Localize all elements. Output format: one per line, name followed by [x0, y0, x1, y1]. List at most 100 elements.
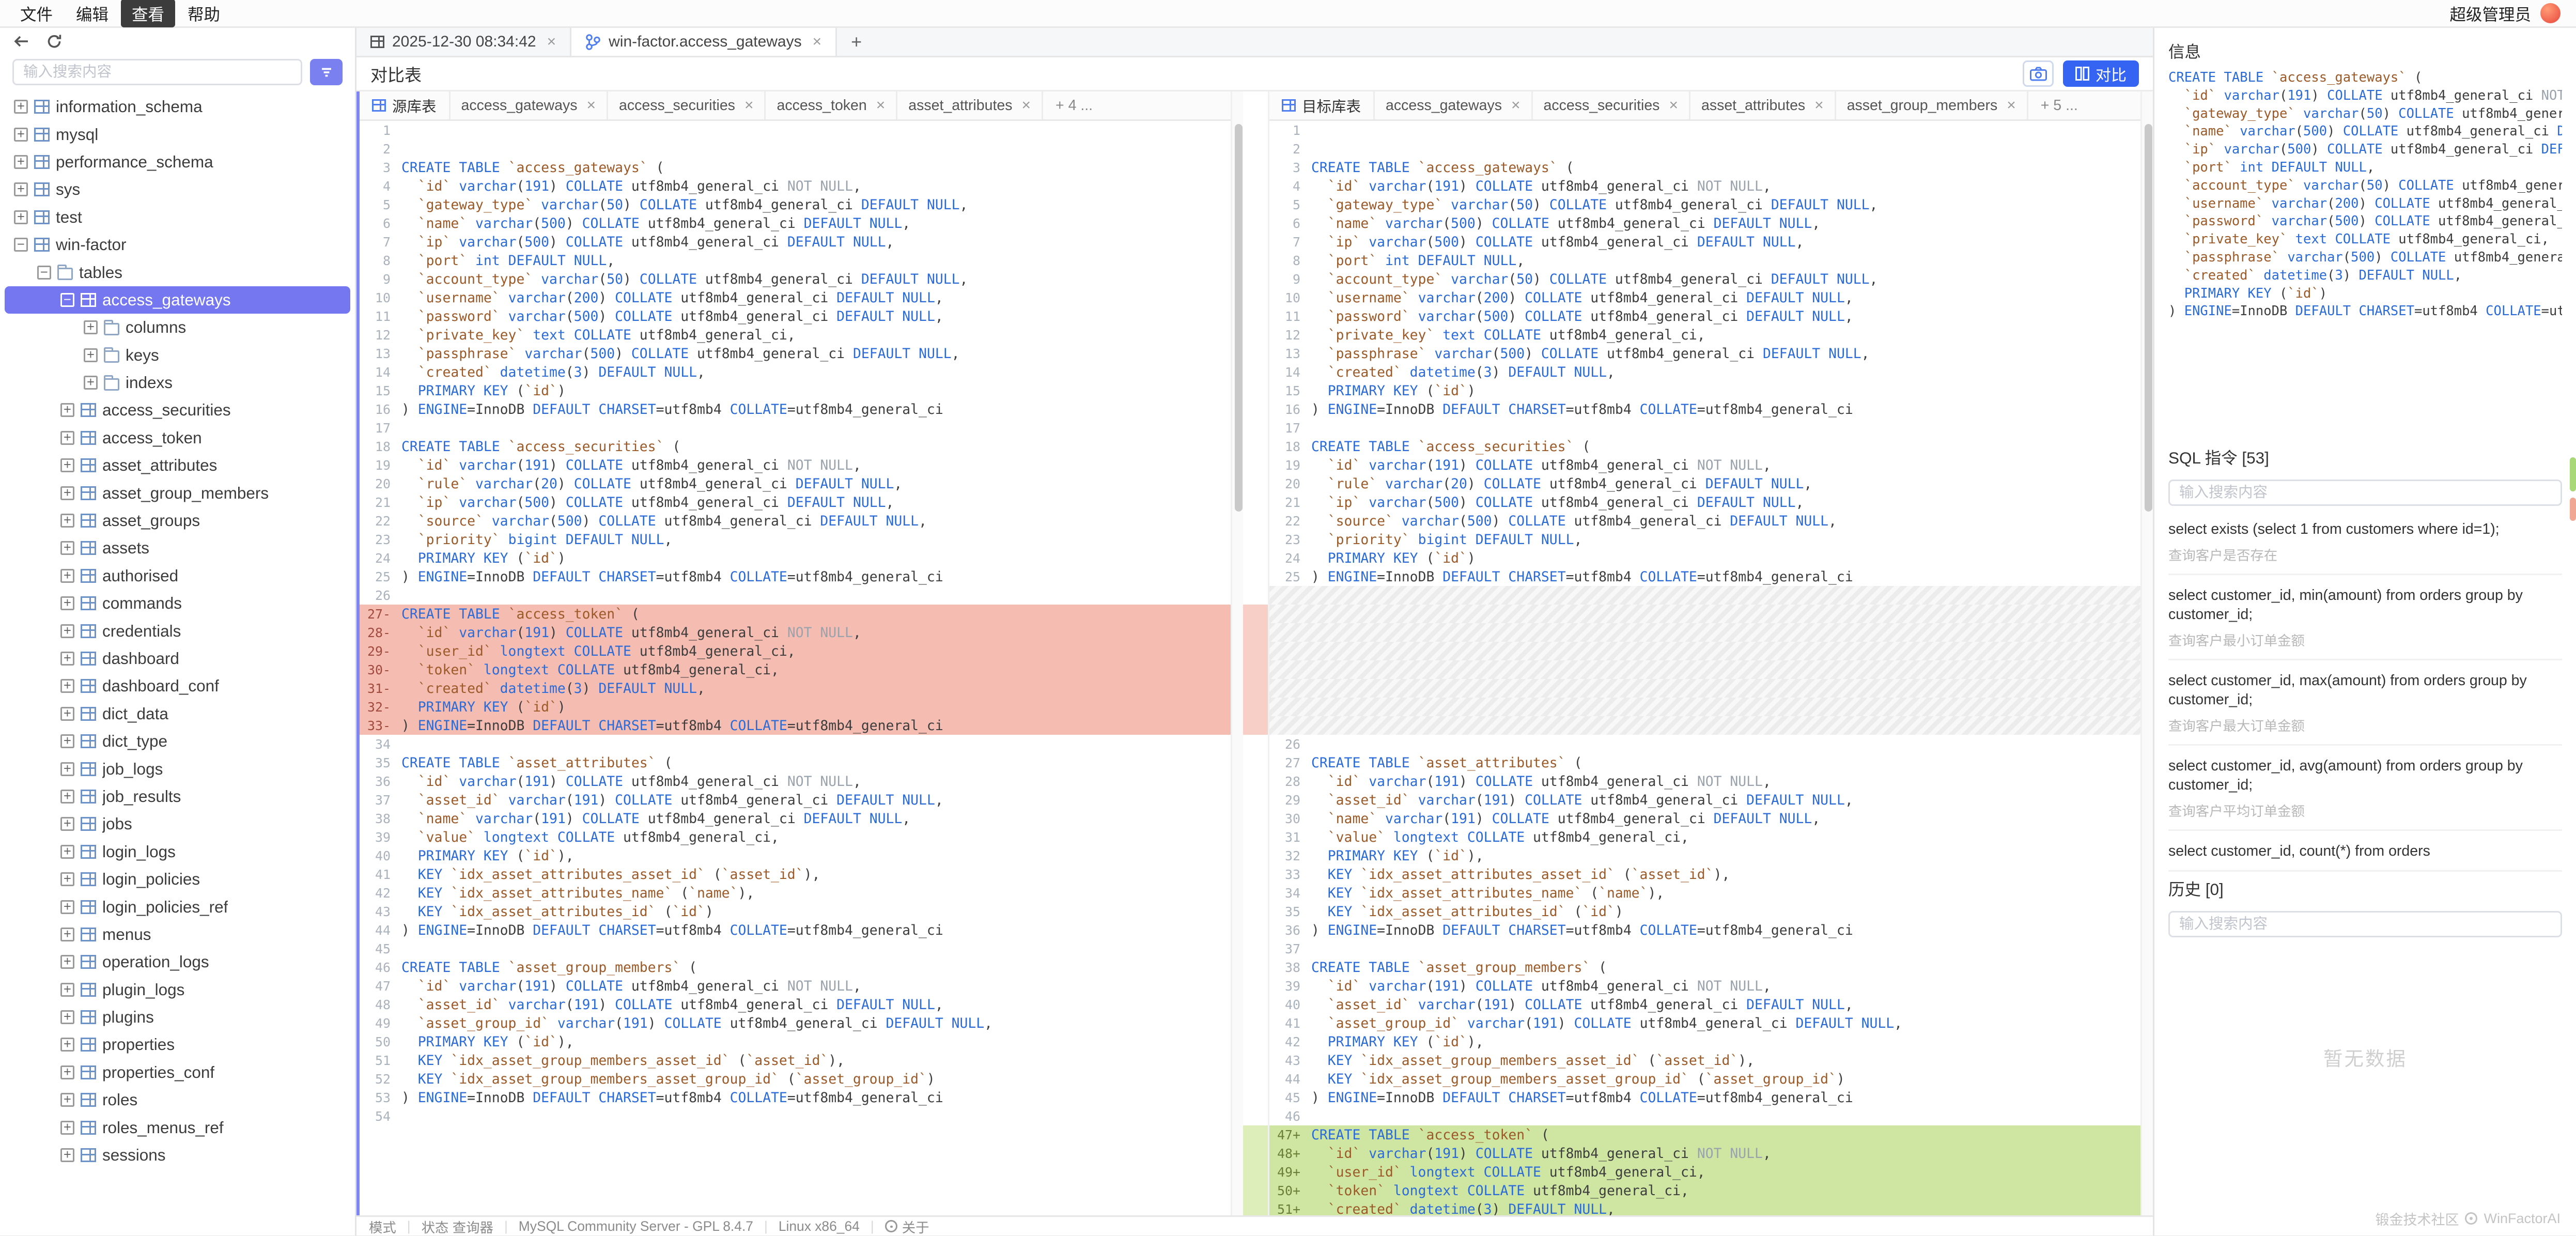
- tree-item-asset_groups[interactable]: +asset_groups: [5, 507, 350, 534]
- compare-button[interactable]: 对比: [2063, 60, 2139, 87]
- tree-item-properties_conf[interactable]: +properties_conf: [5, 1059, 350, 1086]
- source-tab-access_gateways[interactable]: access_gateways×: [449, 91, 607, 119]
- tree-item-access_token[interactable]: +access_token: [5, 424, 350, 452]
- expander-icon[interactable]: +: [60, 486, 74, 500]
- close-icon[interactable]: ×: [813, 33, 822, 51]
- tree-item-login_logs[interactable]: +login_logs: [5, 838, 350, 866]
- scrollbar-thumb[interactable]: [2145, 124, 2152, 512]
- tree-item-jobs[interactable]: +jobs: [5, 810, 350, 838]
- expander-icon[interactable]: +: [14, 128, 28, 142]
- tree-item-login_policies_ref[interactable]: +login_policies_ref: [5, 893, 350, 920]
- expander-icon[interactable]: +: [60, 955, 74, 969]
- about-button[interactable]: 关于: [885, 1216, 929, 1236]
- expander-icon[interactable]: +: [60, 707, 74, 721]
- tree-item-authorised[interactable]: +authorised: [5, 562, 350, 590]
- expander-icon[interactable]: +: [60, 1148, 74, 1162]
- target-code[interactable]: 123CREATE TABLE `access_gateways` (4 `id…: [1269, 121, 2140, 1215]
- menu-item-文件[interactable]: 文件: [9, 0, 64, 27]
- target-editor-scrollbar[interactable]: [2140, 91, 2153, 1215]
- source-tab-access_securities[interactable]: access_securities×: [607, 91, 764, 119]
- sidebar-search-input[interactable]: [12, 59, 302, 85]
- tree-item-dict_type[interactable]: +dict_type: [5, 728, 350, 755]
- tree-item-columns[interactable]: +columns: [5, 314, 350, 341]
- tree-item-operation_logs[interactable]: +operation_logs: [5, 948, 350, 976]
- source-tab-access_token[interactable]: access_token×: [764, 91, 896, 119]
- menu-item-帮助[interactable]: 帮助: [177, 0, 231, 27]
- target-tab-access_securities[interactable]: access_securities×: [1531, 91, 1689, 119]
- tree-item-test[interactable]: +test: [5, 204, 350, 231]
- close-icon[interactable]: ×: [744, 97, 754, 114]
- refresh-icon[interactable]: [46, 34, 62, 49]
- tree-item-asset_group_members[interactable]: +asset_group_members: [5, 479, 350, 506]
- tree-item-asset_attributes[interactable]: +asset_attributes: [5, 452, 350, 479]
- target-tab-asset_group_members[interactable]: asset_group_members×: [1835, 91, 2027, 119]
- tree-item-sessions[interactable]: +sessions: [5, 1141, 350, 1169]
- expander-icon[interactable]: +: [60, 983, 74, 997]
- tree-item-dict_data[interactable]: +dict_data: [5, 700, 350, 728]
- tree-item-login_policies[interactable]: +login_policies: [5, 866, 350, 893]
- back-icon[interactable]: [14, 35, 29, 48]
- target-tabs-overflow[interactable]: + 5 ...: [2027, 91, 2090, 119]
- expander-icon[interactable]: +: [60, 1093, 74, 1107]
- source-tabs-overflow[interactable]: + 4 ...: [1042, 91, 1105, 119]
- tree-item-plugin_logs[interactable]: +plugin_logs: [5, 976, 350, 1003]
- close-icon[interactable]: ×: [586, 97, 596, 114]
- close-icon[interactable]: ×: [547, 33, 556, 51]
- close-icon[interactable]: ×: [1814, 97, 1824, 114]
- filter-button[interactable]: [310, 59, 343, 85]
- tree-item-win-factor[interactable]: −win-factor: [5, 231, 350, 258]
- expander-icon[interactable]: +: [60, 790, 74, 804]
- close-icon[interactable]: ×: [876, 97, 886, 114]
- target-tab-access_gateways[interactable]: access_gateways×: [1373, 91, 1531, 119]
- expander-icon[interactable]: +: [60, 624, 74, 638]
- sql-command-item[interactable]: select customer_id, avg(amount) from ord…: [2168, 746, 2562, 831]
- expander-icon[interactable]: +: [60, 514, 74, 528]
- tree-item-plugins[interactable]: +plugins: [5, 1003, 350, 1031]
- expander-icon[interactable]: +: [60, 845, 74, 859]
- tree-item-credentials[interactable]: +credentials: [5, 617, 350, 644]
- tree-item-information_schema[interactable]: +information_schema: [5, 93, 350, 120]
- user-name[interactable]: 超级管理员: [2449, 2, 2531, 25]
- expander-icon[interactable]: +: [60, 900, 74, 914]
- expander-icon[interactable]: +: [84, 320, 98, 334]
- snapshot-button[interactable]: [2023, 60, 2054, 87]
- menu-item-编辑[interactable]: 编辑: [65, 0, 119, 27]
- expander-icon[interactable]: +: [60, 762, 74, 776]
- expander-icon[interactable]: +: [60, 928, 74, 941]
- sql-command-item[interactable]: select customer_id, min(amount) from ord…: [2168, 575, 2562, 660]
- doc-tab-0[interactable]: 2025-12-30 08:34:42×: [356, 28, 571, 56]
- tree-item-keys[interactable]: +keys: [5, 342, 350, 369]
- expander-icon[interactable]: +: [60, 569, 74, 583]
- expander-icon[interactable]: +: [60, 679, 74, 693]
- tree-item-commands[interactable]: +commands: [5, 590, 350, 617]
- expander-icon[interactable]: +: [60, 734, 74, 748]
- expander-icon[interactable]: +: [60, 1121, 74, 1135]
- source-editor-scrollbar[interactable]: [1231, 91, 1243, 1215]
- scrollbar-thumb[interactable]: [1235, 124, 1243, 512]
- tree-item-assets[interactable]: +assets: [5, 534, 350, 562]
- tree-item-dashboard[interactable]: +dashboard: [5, 645, 350, 672]
- tree-item-roles[interactable]: +roles: [5, 1086, 350, 1114]
- expander-icon[interactable]: +: [60, 652, 74, 666]
- expander-icon[interactable]: +: [60, 403, 74, 417]
- source-tab-asset_attributes[interactable]: asset_attributes×: [896, 91, 1042, 119]
- tree-item-roles_menus_ref[interactable]: +roles_menus_ref: [5, 1114, 350, 1141]
- tree-item-dashboard_conf[interactable]: +dashboard_conf: [5, 672, 350, 700]
- tree-item-performance_schema[interactable]: +performance_schema: [5, 148, 350, 176]
- expander-icon[interactable]: +: [84, 348, 98, 362]
- expander-icon[interactable]: −: [37, 266, 51, 280]
- source-code[interactable]: 123CREATE TABLE `access_gateways` (4 `id…: [360, 121, 1231, 1215]
- menu-item-查看[interactable]: 查看: [121, 0, 175, 27]
- expander-icon[interactable]: +: [60, 1038, 74, 1052]
- tree-item-indexs[interactable]: +indexs: [5, 369, 350, 396]
- tree-item-mysql[interactable]: +mysql: [5, 120, 350, 148]
- expander-icon[interactable]: +: [60, 817, 74, 831]
- tree-item-job_logs[interactable]: +job_logs: [5, 755, 350, 782]
- expander-icon[interactable]: +: [60, 1010, 74, 1024]
- close-icon[interactable]: ×: [1511, 97, 1520, 114]
- expander-icon[interactable]: +: [60, 1065, 74, 1079]
- doc-tab-1[interactable]: win-factor.access_gateways×: [571, 28, 837, 56]
- tree-item-menus[interactable]: +menus: [5, 921, 350, 948]
- close-icon[interactable]: ×: [1669, 97, 1678, 114]
- close-icon[interactable]: ×: [2007, 97, 2016, 114]
